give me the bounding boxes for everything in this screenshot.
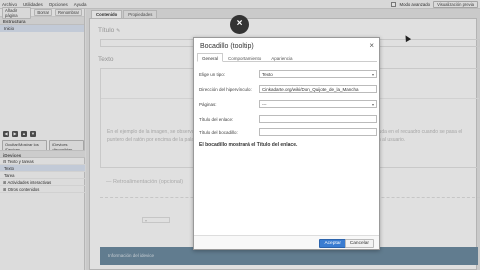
url-label: Dirección del hipervínculo:: [199, 86, 252, 92]
accept-button[interactable]: Aceptar: [319, 239, 346, 248]
type-select[interactable]: Texto ▾: [259, 70, 377, 78]
chevron-down-icon: ▾: [371, 102, 374, 107]
pages-label: Páginas:: [199, 101, 217, 107]
dialog-footer: Aceptar Cancelar: [194, 235, 379, 249]
tab-apariencia[interactable]: Apariencia: [266, 53, 297, 61]
type-label: Elige un tipo:: [199, 71, 226, 77]
field-row-url: Dirección del hipervínculo: Cinkadarte.o…: [199, 85, 377, 93]
pages-select[interactable]: --- ▾: [259, 100, 377, 108]
tooltip-title-input[interactable]: [259, 128, 377, 136]
url-input[interactable]: Cinkadarte.org/wiki/Don_Quijote_de_la_Ma…: [259, 85, 377, 93]
tooltip-dialog: Bocadillo (tooltip) × General Comportami…: [193, 37, 380, 250]
link-title-label: Título del enlace:: [199, 116, 234, 122]
field-row-tooltip-title: Título del bocadillo:: [199, 128, 377, 136]
overlay-close-icon[interactable]: ×: [230, 15, 249, 34]
tab-general[interactable]: General: [197, 53, 224, 62]
dialog-note: El bocadillo mostrará el Título del enla…: [199, 142, 298, 148]
chevron-down-icon: ▾: [371, 72, 374, 77]
link-title-input[interactable]: [259, 115, 377, 123]
dialog-tabs: General Comportamiento Apariencia: [197, 53, 377, 62]
field-row-link-title: Título del enlace:: [199, 115, 377, 123]
dialog-close-icon[interactable]: ×: [369, 41, 374, 50]
field-row-pages: Páginas: --- ▾: [199, 100, 377, 108]
tooltip-title-label: Título del bocadillo:: [199, 129, 238, 135]
cancel-button[interactable]: Cancelar: [344, 239, 374, 248]
tab-comportamiento[interactable]: Comportamiento: [223, 53, 266, 61]
dialog-title: Bocadillo (tooltip): [200, 43, 254, 50]
field-row-type: Elige un tipo: Texto ▾: [199, 70, 377, 78]
